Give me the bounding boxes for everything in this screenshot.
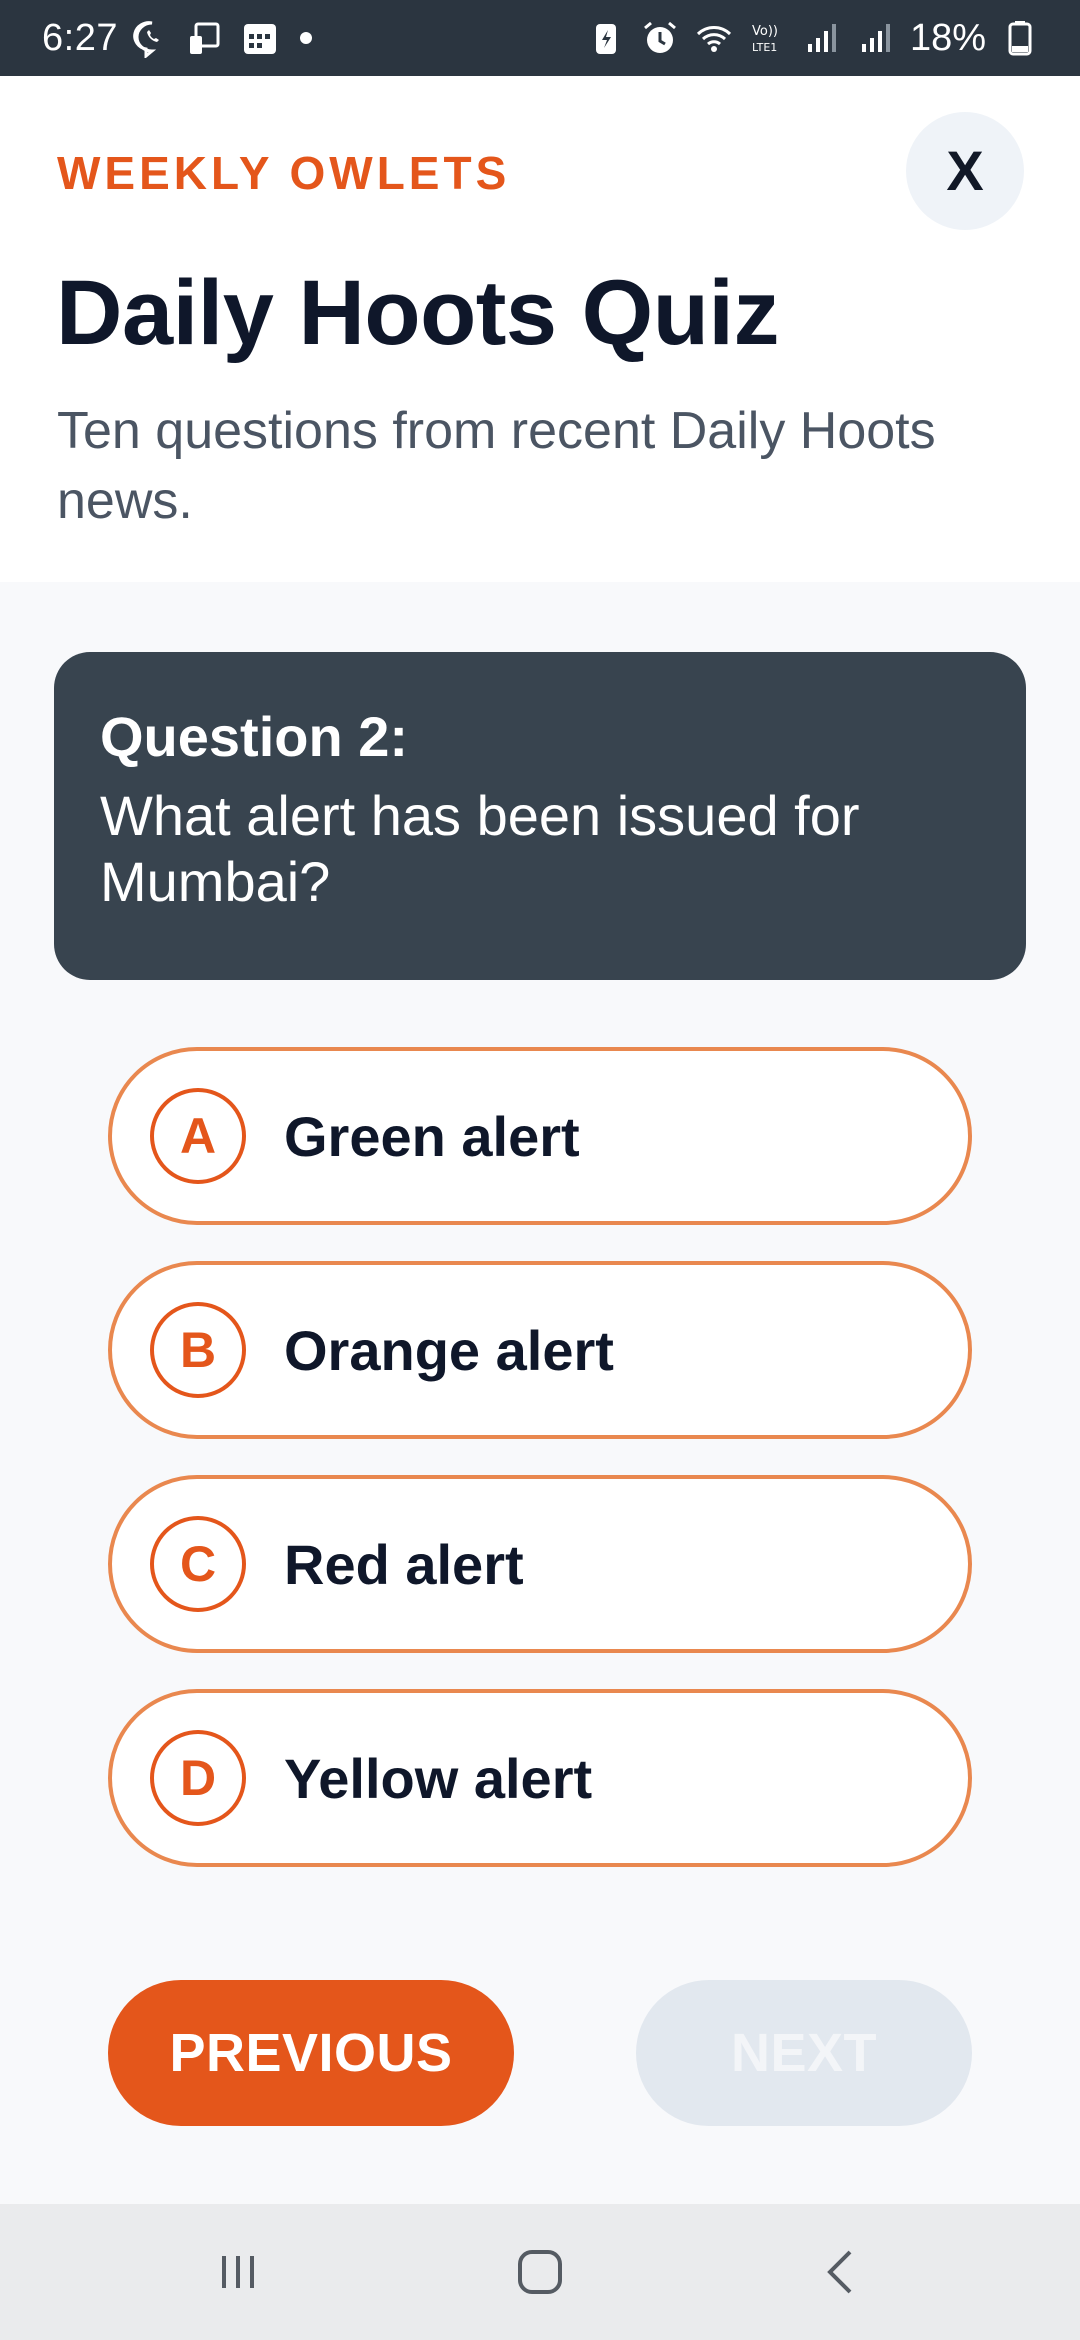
option-letter-badge: D: [150, 1730, 246, 1826]
question-number: Question 2:: [100, 705, 409, 768]
option-c[interactable]: C Red alert: [108, 1475, 972, 1653]
option-d[interactable]: D Yellow alert: [108, 1689, 972, 1867]
answer-options: A Green alert B Orange alert C Red alert…: [108, 1047, 972, 1903]
option-letter-badge: B: [150, 1302, 246, 1398]
page-subtitle: Ten questions from recent Daily Hoots ne…: [57, 402, 936, 530]
wifi-icon: [694, 18, 734, 58]
option-label: Red alert: [284, 1532, 524, 1596]
status-left: 6:27: [42, 17, 312, 60]
signal-icon: [802, 18, 842, 58]
alarm-icon: [640, 18, 680, 58]
battery-icon: [1000, 18, 1040, 58]
recents-icon: [222, 2256, 254, 2288]
cast-icon: [186, 18, 226, 58]
option-label: Orange alert: [284, 1318, 614, 1382]
recents-button[interactable]: [178, 2232, 298, 2312]
status-time: 6:27: [42, 16, 118, 59]
option-a[interactable]: A Green alert: [108, 1047, 972, 1225]
signal-icon-2: [856, 18, 896, 58]
close-icon: X: [946, 139, 984, 202]
svg-text:LTE1: LTE1: [752, 41, 777, 54]
viber-icon: [132, 18, 172, 58]
back-button[interactable]: [782, 2232, 902, 2312]
question-card: Question 2: What alert has been issued f…: [54, 652, 1026, 980]
quiz-header: WEEKLY OWLETS X Daily Hoots Quiz Ten que…: [0, 76, 1080, 582]
battery-saver-icon: [586, 18, 626, 58]
status-bar: 6:27 Vo)) LTE1 18%: [0, 0, 1080, 76]
next-button[interactable]: NEXT: [636, 1980, 972, 2126]
system-nav-bar: [0, 2204, 1080, 2340]
home-button[interactable]: [480, 2232, 600, 2312]
close-button[interactable]: X: [906, 112, 1024, 230]
page-title: Daily Hoots Quiz: [56, 262, 779, 364]
volte-icon: Vo)) LTE1: [748, 18, 788, 58]
battery-percent: 18%: [909, 16, 986, 59]
notification-dot-icon: [299, 32, 312, 44]
calendar-icon: [240, 18, 280, 58]
option-b[interactable]: B Orange alert: [108, 1261, 972, 1439]
option-letter-badge: C: [150, 1516, 246, 1612]
previous-button[interactable]: PREVIOUS: [108, 1980, 514, 2126]
brand-label: WEEKLY OWLETS: [57, 147, 511, 199]
option-label: Green alert: [284, 1104, 580, 1168]
option-letter-badge: A: [150, 1088, 246, 1184]
status-right: Vo)) LTE1 18%: [586, 17, 1040, 60]
svg-text:Vo)): Vo)): [752, 24, 778, 39]
home-icon: [518, 2250, 562, 2294]
quiz-content: Question 2: What alert has been issued f…: [0, 582, 1080, 2204]
question-text: What alert has been issued for Mumbai?: [100, 784, 860, 913]
option-label: Yellow alert: [284, 1746, 593, 1810]
back-icon: [827, 2250, 852, 2294]
